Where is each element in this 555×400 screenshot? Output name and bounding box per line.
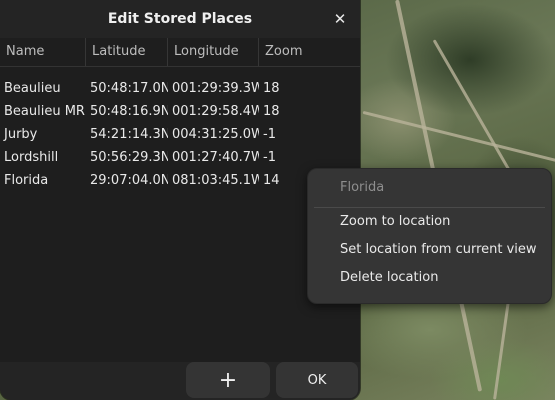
- cell-longitude: 081:03:45.1W: [172, 173, 259, 188]
- cell-longitude: 004:31:25.0W: [172, 127, 259, 142]
- close-icon[interactable]: ✕: [330, 9, 350, 29]
- cell-zoom: -1: [263, 127, 276, 142]
- column-header-zoom[interactable]: Zoom: [259, 38, 360, 66]
- table-row[interactable]: Beaulieu MR 50:48:16.9N 001:29:58.4W 18: [0, 100, 360, 123]
- column-header-name[interactable]: Name: [0, 38, 86, 66]
- cell-name: Jurby: [4, 127, 38, 142]
- cell-latitude: 50:56:29.3N: [90, 150, 168, 165]
- cell-name: Lordshill: [4, 150, 59, 165]
- cell-zoom: 18: [263, 104, 280, 119]
- dialog-action-bar: + OK: [0, 362, 360, 400]
- cell-name: Beaulieu: [4, 81, 61, 96]
- cell-latitude: 50:48:16.9N: [90, 104, 168, 119]
- context-menu: Florida Zoom to location Set location fr…: [307, 168, 552, 304]
- cell-name: Beaulieu MR: [4, 104, 85, 119]
- dialog-titlebar: Edit Stored Places ✕: [0, 0, 360, 38]
- cell-longitude: 001:29:58.4W: [172, 104, 259, 119]
- table-row[interactable]: Jurby 54:21:14.3N 004:31:25.0W -1: [0, 123, 360, 146]
- cell-zoom: -1: [263, 150, 276, 165]
- table-row[interactable]: Florida 29:07:04.0N 081:03:45.1W 14: [0, 169, 360, 192]
- cell-latitude: 50:48:17.0N: [90, 81, 168, 96]
- map-road: [362, 110, 555, 163]
- dialog-title: Edit Stored Places: [107, 11, 253, 27]
- table-row[interactable]: Lordshill 50:56:29.3N 001:27:40.7W -1: [0, 146, 360, 169]
- cell-name: Florida: [4, 173, 49, 188]
- map-road: [493, 300, 510, 400]
- cell-latitude: 29:07:04.0N: [90, 173, 168, 188]
- ok-button[interactable]: OK: [276, 362, 358, 398]
- column-header-longitude[interactable]: Longitude: [168, 38, 259, 66]
- menu-item-delete-location[interactable]: Delete location: [308, 264, 551, 292]
- map-road: [432, 39, 511, 171]
- table-row[interactable]: Beaulieu 50:48:17.0N 001:29:39.3W 18: [0, 77, 360, 100]
- add-location-button[interactable]: +: [186, 362, 270, 398]
- table-header: Name Latitude Longitude Zoom: [0, 38, 360, 67]
- cell-longitude: 001:29:39.3W: [172, 81, 259, 96]
- places-table: Name Latitude Longitude Zoom Beaulieu 50…: [0, 38, 360, 362]
- column-header-latitude[interactable]: Latitude: [86, 38, 168, 66]
- menu-item-zoom-to-location[interactable]: Zoom to location: [308, 208, 551, 236]
- menu-item-set-location-from-current-view[interactable]: Set location from current view: [308, 236, 551, 264]
- cell-longitude: 001:27:40.7W: [172, 150, 259, 165]
- edit-stored-places-dialog: Edit Stored Places ✕ Name Latitude Longi…: [0, 0, 360, 400]
- cell-latitude: 54:21:14.3N: [90, 127, 168, 142]
- context-menu-title: Florida: [340, 180, 385, 195]
- cell-zoom: 18: [263, 81, 280, 96]
